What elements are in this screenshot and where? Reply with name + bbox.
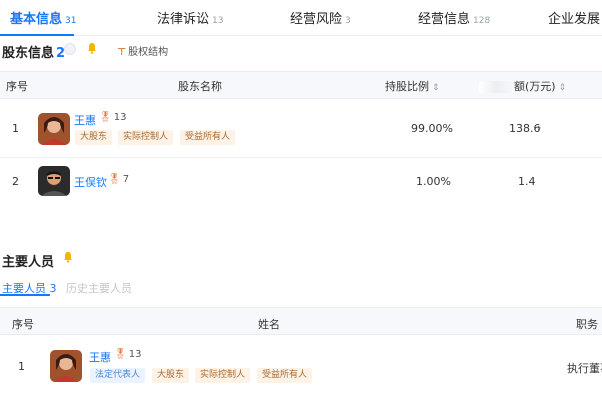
equity-structure-icon: ⊤ bbox=[117, 47, 127, 58]
equity-structure-label: 股权结构 bbox=[128, 47, 169, 58]
shareholder-amount: 1.4 bbox=[518, 175, 536, 188]
shareholders-table-header: 序号 股东名称 持股比例 ⇕ 额(万元) ⇕ bbox=[0, 71, 602, 99]
shareholder-ratio: 1.00% bbox=[416, 175, 451, 188]
shareholder-amount: 138.6 bbox=[509, 122, 541, 135]
blurred-header-prefix bbox=[479, 81, 513, 93]
row-index: 2 bbox=[12, 175, 19, 188]
shareholder-name-link[interactable]: 王惠 bbox=[74, 112, 96, 128]
tag-beneficial-owner[interactable]: 受益所有人 bbox=[257, 368, 313, 383]
personnel-title: 主要人员 bbox=[2, 255, 55, 270]
row-divider bbox=[0, 157, 602, 158]
tag-major-shareholder[interactable]: 大股东 bbox=[152, 368, 190, 383]
active-tab-indicator bbox=[0, 34, 74, 36]
subtab-count: 3 bbox=[49, 282, 57, 295]
bell-icon[interactable] bbox=[63, 251, 73, 263]
tab-label: 经营信息 bbox=[418, 12, 471, 27]
tab-label: 法律诉讼 bbox=[157, 12, 210, 27]
medal-badge[interactable]: 🎖 13 bbox=[114, 349, 141, 360]
medal-icon: 🎖 bbox=[108, 174, 121, 185]
active-subtab-indicator bbox=[0, 294, 50, 296]
equity-structure-link[interactable]: ⊤ 股权结构 bbox=[117, 43, 168, 58]
avatar[interactable] bbox=[38, 113, 70, 145]
tab-basic-info[interactable]: 基本信息 31 bbox=[10, 8, 76, 27]
shareholders-title-text: 股东信息 bbox=[2, 46, 55, 61]
avatar[interactable] bbox=[38, 166, 70, 196]
tag-beneficial-owner[interactable]: 受益所有人 bbox=[180, 130, 236, 145]
tag-legal-representative[interactable]: 法定代表人 bbox=[90, 368, 146, 383]
col-ratio-label: 持股比例 bbox=[385, 80, 429, 93]
medal-count: 7 bbox=[122, 174, 130, 185]
info-icon[interactable] bbox=[64, 43, 76, 55]
medal-count: 13 bbox=[128, 349, 142, 360]
tab-operation[interactable]: 经营信息 128 bbox=[418, 8, 490, 27]
tab-label: 基本信息 bbox=[10, 12, 63, 27]
tab-count: 13 bbox=[212, 16, 224, 26]
tab-count: 31 bbox=[65, 16, 77, 26]
top-tab-bar: 基本信息 31 法律诉讼 13 经营风险 3 经营信息 128 企业发展 bbox=[0, 0, 602, 36]
subtab-history-personnel[interactable]: 历史主要人员 bbox=[66, 280, 132, 296]
person-role: 执行董事 bbox=[567, 362, 602, 375]
personnel-table-header: 序号 姓名 职务 bbox=[0, 307, 602, 335]
sort-arrows-icon[interactable]: ⇕ bbox=[432, 83, 440, 93]
col-index: 序号 bbox=[12, 318, 34, 331]
tab-label: 经营风险 bbox=[290, 12, 343, 27]
sort-arrows-icon[interactable]: ⇕ bbox=[559, 83, 567, 93]
bell-icon[interactable] bbox=[87, 42, 97, 54]
col-amount-label: 额(万元) bbox=[514, 80, 556, 93]
avatar[interactable] bbox=[50, 350, 82, 382]
tag-actual-controller[interactable]: 实际控制人 bbox=[195, 368, 251, 383]
medal-badge[interactable]: 🎖 13 bbox=[99, 112, 126, 123]
row-index: 1 bbox=[12, 122, 19, 135]
medal-badge[interactable]: 🎖 7 bbox=[108, 174, 129, 185]
tag-major-shareholder[interactable]: 大股东 bbox=[75, 130, 113, 145]
tab-development[interactable]: 企业发展 bbox=[548, 8, 600, 27]
col-amount[interactable]: 额(万元) ⇕ bbox=[479, 78, 566, 94]
chevron-right-icon[interactable]: › bbox=[537, 121, 541, 134]
medal-icon: 🎖 bbox=[114, 349, 127, 360]
tag-actual-controller[interactable]: 实际控制人 bbox=[118, 130, 174, 145]
tab-label: 企业发展 bbox=[548, 12, 601, 27]
shareholders-title: 股东信息 2 bbox=[2, 42, 65, 61]
medal-count: 13 bbox=[113, 112, 127, 123]
row-index: 1 bbox=[18, 360, 25, 373]
person-name-link[interactable]: 王惠 bbox=[89, 349, 111, 365]
tab-count: 3 bbox=[345, 16, 351, 26]
shareholder-ratio: 99.00% bbox=[411, 122, 453, 135]
shareholder-name-link[interactable]: 王俣钦 bbox=[74, 174, 107, 190]
col-shareholder-name: 股东名称 bbox=[178, 80, 222, 93]
col-ratio[interactable]: 持股比例 ⇕ bbox=[385, 78, 440, 94]
medal-icon: 🎖 bbox=[99, 112, 112, 123]
tab-count: 128 bbox=[473, 16, 491, 26]
col-person-name: 姓名 bbox=[258, 318, 280, 331]
tab-legal[interactable]: 法律诉讼 13 bbox=[157, 8, 223, 27]
tab-risk[interactable]: 经营风险 3 bbox=[290, 8, 351, 27]
col-index: 序号 bbox=[6, 80, 28, 93]
col-role: 职务 bbox=[576, 318, 598, 331]
